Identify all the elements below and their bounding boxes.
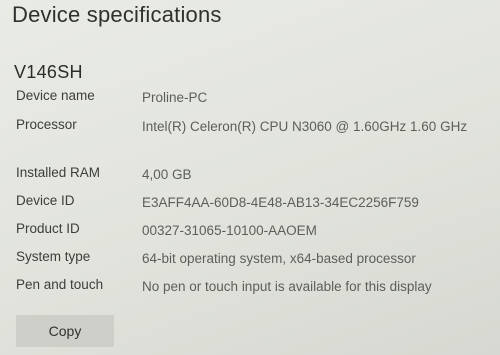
spec-label: Device ID — [16, 193, 75, 208]
spec-label: Pen and touch — [16, 277, 104, 292]
spec-label: Device name — [16, 88, 95, 103]
spec-value[interactable]: Intel(R) Celeron(R) CPU N3060 @ 1.60GHz … — [142, 117, 487, 137]
spec-label: Processor — [16, 117, 77, 132]
spec-label: Product ID — [16, 221, 80, 236]
spec-value[interactable]: E3AFF4AA-60D8-4E48-AB13-34EC2256F759 — [142, 193, 492, 213]
spec-value[interactable]: 4,00 GB — [142, 165, 492, 185]
spec-value[interactable]: 00327-31065-10100-AAOEM — [142, 221, 492, 241]
spec-label: System type — [16, 249, 91, 264]
copy-button[interactable]: Copy — [16, 315, 114, 347]
spec-label: Installed RAM — [16, 165, 101, 180]
device-specifications-panel: Device specifications V146SH Device name… — [0, 0, 500, 355]
spec-value[interactable]: Proline-PC — [142, 88, 492, 108]
spec-value[interactable]: No pen or touch input is available for t… — [142, 277, 492, 297]
spec-value[interactable]: 64-bit operating system, x64-based proce… — [142, 249, 492, 269]
page-title: Device specifications — [12, 2, 222, 27]
device-model-heading: V146SH — [14, 62, 83, 82]
